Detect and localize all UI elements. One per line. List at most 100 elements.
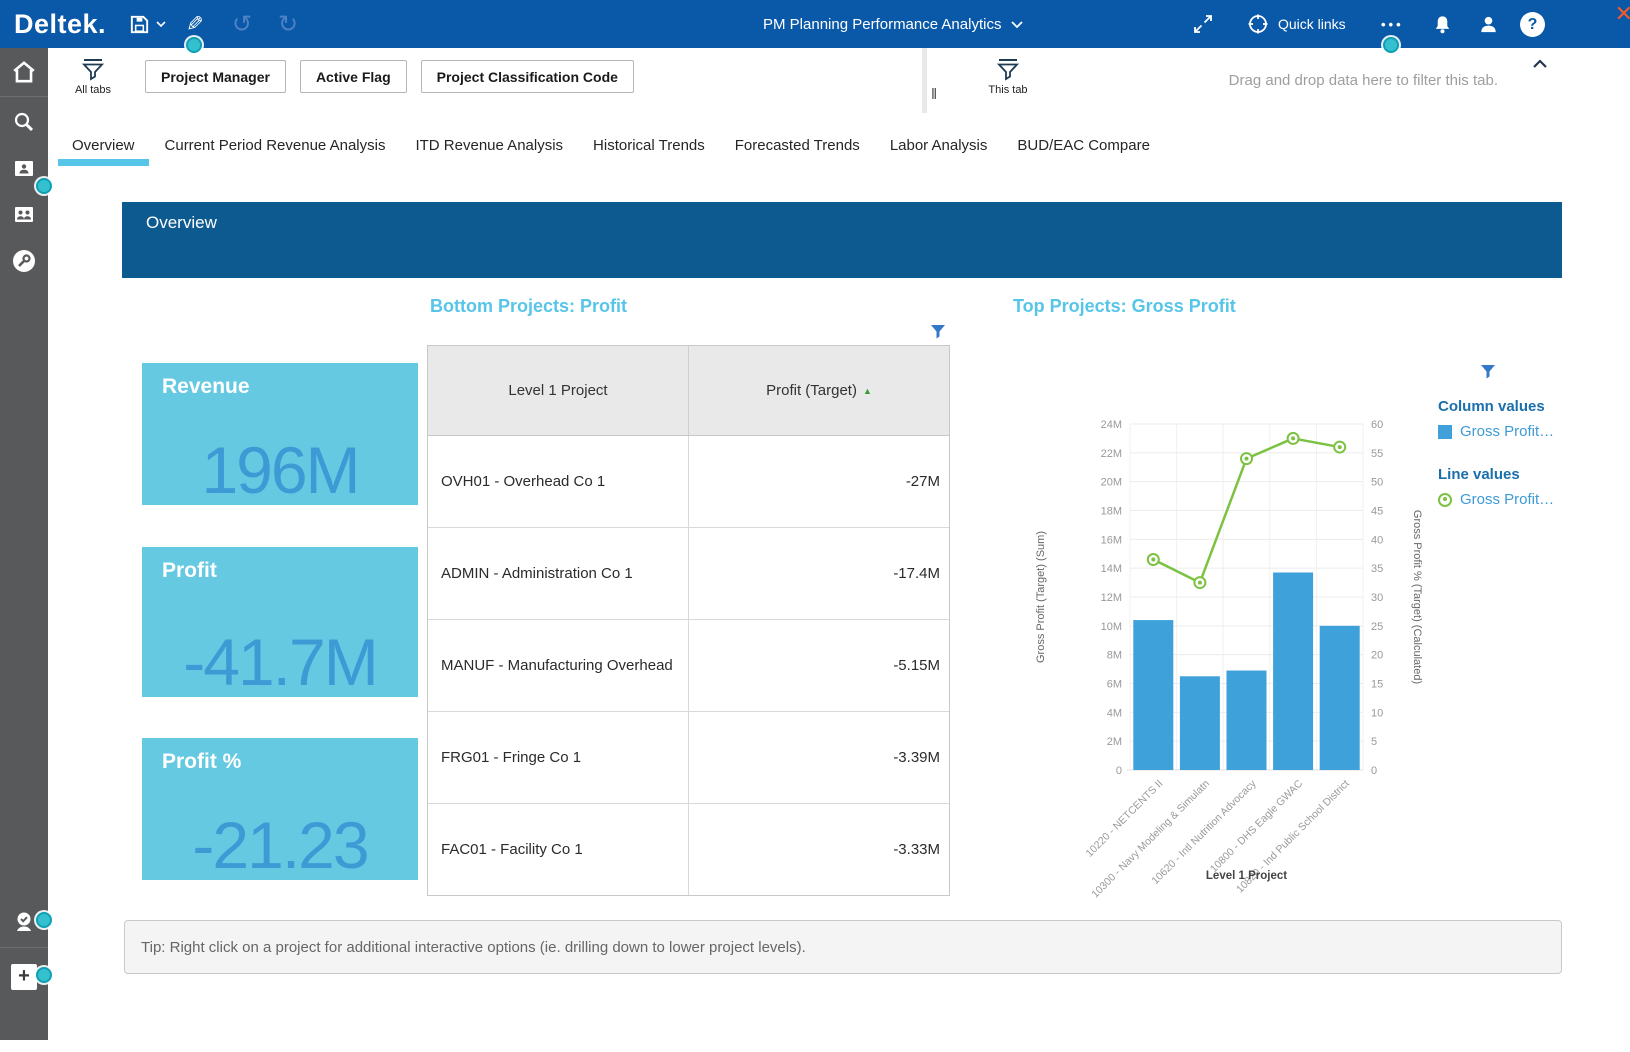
tools-icon: [11, 248, 37, 274]
value-cell: -3.39M: [688, 712, 949, 803]
table-row[interactable]: FRG01 - Fringe Co 1 -3.39M: [428, 712, 949, 804]
value-cell: -27M: [688, 436, 949, 527]
filter-chip-project-manager[interactable]: Project Manager: [145, 60, 286, 93]
filter-funnel-icon: [80, 56, 106, 82]
chart-filter-button[interactable]: [1480, 364, 1496, 385]
sort-ascending-icon: ▲: [863, 386, 872, 396]
chevron-down-icon: [156, 21, 166, 27]
legend-item-label: Gross Profit…: [1460, 491, 1554, 508]
filter-bar: All tabs Project Manager Active Flag Pro…: [48, 48, 1630, 113]
tab-historical-trends[interactable]: Historical Trends: [593, 125, 705, 166]
fullscreen-button[interactable]: [1192, 0, 1214, 48]
workbook-title-dropdown[interactable]: PM Planning Performance Analytics: [763, 0, 1023, 48]
table-filter-button[interactable]: [930, 324, 946, 345]
expand-icon: [1192, 13, 1214, 35]
svg-text:5: 5: [1371, 736, 1377, 748]
tip-text: Tip: Right click on a project for additi…: [141, 939, 806, 956]
this-tab-label: This tab: [988, 84, 1027, 96]
svg-text:Gross Profit (Target) (Sum): Gross Profit (Target) (Sum): [1035, 531, 1047, 663]
sidebar-item-home[interactable]: [0, 48, 48, 96]
all-tabs-label: All tabs: [75, 84, 111, 96]
bottom-projects-title: Bottom Projects: Profit: [430, 296, 627, 317]
legend-item-line-series[interactable]: Gross Profit…: [1438, 491, 1588, 508]
table-row[interactable]: OVH01 - Overhead Co 1 -27M: [428, 436, 949, 528]
coach-mark-dot[interactable]: [36, 912, 52, 928]
top-projects-title: Top Projects: Gross Profit: [1013, 296, 1236, 317]
svg-text:20: 20: [1371, 650, 1383, 662]
svg-text:15: 15: [1371, 679, 1383, 691]
table-row[interactable]: ADMIN - Administration Co 1 -17.4M: [428, 528, 949, 620]
save-icon: [128, 13, 151, 36]
drag-handle[interactable]: ‖: [931, 86, 937, 103]
person-icon: [1477, 13, 1500, 36]
app-window: Deltek. ✎ ↺ ↻ PM Planning Performance An…: [0, 0, 1630, 1052]
tab-bud-eac-compare[interactable]: BUD/EAC Compare: [1017, 125, 1150, 166]
combo-bar-line-chart[interactable]: 02M4M6M8M10M12M14M16M18M20M22M24M0510152…: [1030, 390, 1430, 910]
coach-mark-dot[interactable]: [186, 37, 202, 53]
bell-icon: [1431, 13, 1454, 36]
sidebar-item-team-projects[interactable]: [0, 191, 48, 239]
filter-chip-project-classification-code[interactable]: Project Classification Code: [421, 60, 634, 93]
kpi-card-profit-percent: Profit % -21.23: [142, 738, 418, 880]
pencil-icon: ✎: [186, 12, 204, 37]
coach-mark-dot[interactable]: [1383, 37, 1399, 53]
save-button[interactable]: [128, 0, 151, 48]
svg-text:10: 10: [1371, 707, 1383, 719]
svg-text:45: 45: [1371, 506, 1383, 518]
filter-funnel-icon: [1480, 364, 1496, 380]
svg-text:22M: 22M: [1101, 448, 1122, 460]
page-banner: Overview: [122, 202, 1562, 278]
table-row[interactable]: FAC01 - Facility Co 1 -3.33M: [428, 804, 949, 895]
deltek-logo: Deltek.: [14, 0, 106, 48]
all-tabs-filter[interactable]: All tabs: [58, 56, 128, 96]
filter-bar-divider: [922, 48, 927, 113]
tab-labor-analysis[interactable]: Labor Analysis: [890, 125, 988, 166]
svg-text:20M: 20M: [1101, 477, 1122, 489]
coach-mark-dot[interactable]: [36, 967, 52, 983]
value-cell: -17.4M: [688, 528, 949, 619]
project-folder-icon: [12, 158, 36, 180]
svg-text:8M: 8M: [1107, 650, 1122, 662]
svg-text:25: 25: [1371, 621, 1383, 633]
tab-current-period-revenue-analysis[interactable]: Current Period Revenue Analysis: [165, 125, 386, 166]
coach-mark-dot[interactable]: [36, 178, 52, 194]
column-header-level1-project[interactable]: Level 1 Project: [428, 346, 688, 435]
quick-links-label: Quick links: [1278, 16, 1346, 32]
collapse-filter-bar-button[interactable]: [1532, 56, 1548, 74]
close-icon[interactable]: ✕: [1615, 1, 1630, 27]
person-check-icon: [11, 909, 37, 935]
profile-button[interactable]: [1477, 0, 1500, 48]
sidebar-divider: [0, 947, 48, 948]
svg-text:0: 0: [1371, 765, 1377, 777]
sidebar-item-tools[interactable]: [0, 237, 48, 285]
help-icon: ?: [1520, 12, 1545, 37]
tab-overview[interactable]: Overview: [72, 125, 135, 166]
kpi-label: Revenue: [162, 375, 250, 399]
project-cell: FRG01 - Fringe Co 1: [428, 712, 688, 803]
search-icon: [12, 110, 36, 134]
this-tab-filter[interactable]: This tab: [973, 56, 1043, 96]
tab-forecasted-trends[interactable]: Forecasted Trends: [735, 125, 860, 166]
legend-item-bar-series[interactable]: Gross Profit…: [1438, 423, 1588, 440]
filter-chip-group: Project Manager Active Flag Project Clas…: [145, 60, 634, 93]
table-header-row: Level 1 Project Profit (Target) ▲: [428, 346, 949, 436]
save-menu-chevron[interactable]: [156, 0, 166, 48]
svg-text:Level 1 Project: Level 1 Project: [1206, 870, 1287, 882]
notifications-button[interactable]: [1431, 0, 1454, 48]
quick-links-button[interactable]: Quick links: [1247, 0, 1346, 48]
chart-legend: Column values Gross Profit… Line values …: [1438, 398, 1588, 534]
svg-text:60: 60: [1371, 419, 1383, 431]
undo-button[interactable]: ↺: [232, 0, 252, 48]
chevron-up-icon: [1532, 59, 1548, 69]
redo-button[interactable]: ↻: [278, 0, 298, 48]
kpi-value: -41.7M: [142, 628, 418, 697]
sidebar-item-search[interactable]: [0, 98, 48, 146]
filter-chip-active-flag[interactable]: Active Flag: [300, 60, 407, 93]
help-button[interactable]: ?: [1520, 0, 1545, 48]
legend-item-label: Gross Profit…: [1460, 423, 1554, 440]
report-tab-bar: Overview Current Period Revenue Analysis…: [48, 125, 1630, 166]
column-header-profit-target[interactable]: Profit (Target) ▲: [688, 346, 949, 435]
table-row[interactable]: MANUF - Manufacturing Overhead -5.15M: [428, 620, 949, 712]
ellipsis-icon: •••: [1381, 17, 1404, 32]
tab-itd-revenue-analysis[interactable]: ITD Revenue Analysis: [415, 125, 563, 166]
